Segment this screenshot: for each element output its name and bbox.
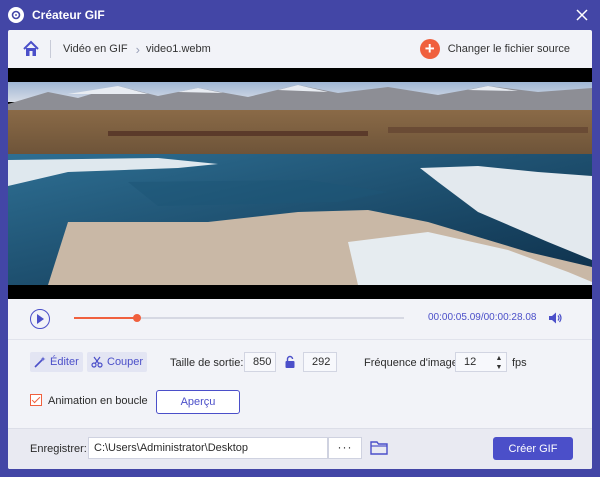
close-icon[interactable] [574, 7, 590, 23]
folder-icon[interactable] [370, 440, 388, 455]
edit-label: Éditer [50, 356, 79, 368]
title-bar: Créateur GIF [0, 0, 600, 30]
gif-creator-window: Créateur GIF Vidéo en GIF › video1.webm … [0, 0, 600, 477]
loop-animation-label: Animation en boucle [48, 395, 148, 407]
chevron-up-icon[interactable]: ▲ [496, 355, 503, 362]
cut-button[interactable]: Couper [87, 352, 148, 372]
create-gif-button[interactable]: Créer GIF [493, 437, 573, 460]
video-frame-image [8, 82, 592, 285]
play-icon[interactable] [30, 309, 50, 329]
chevron-down-icon[interactable]: ▼ [496, 364, 503, 371]
total-time: 00:00:28.08 [483, 312, 537, 323]
breadcrumb-item-video-to-gif[interactable]: Vidéo en GIF [63, 43, 128, 55]
magic-wand-icon [34, 356, 46, 368]
fps-unit: fps [512, 357, 527, 369]
browse-button[interactable]: ··· [328, 437, 362, 459]
scissors-icon [91, 356, 103, 368]
playback-controls: 00:00:05.09/00:00:28.08 [8, 299, 592, 339]
current-time: 00:00:05.09 [428, 312, 481, 323]
unlock-icon[interactable] [284, 355, 296, 369]
edit-button[interactable]: Éditer [30, 352, 83, 372]
window-title: Créateur GIF [32, 8, 105, 22]
footer-bar: Enregistrer: C:\Users\Administrator\Desk… [8, 428, 592, 469]
divider [8, 339, 592, 340]
save-to-label: Enregistrer: [30, 443, 87, 455]
preview-button[interactable]: Aperçu [156, 390, 240, 414]
cut-label: Couper [107, 356, 144, 368]
change-source-label: Changer le fichier source [447, 43, 570, 55]
frame-rate-label: Fréquence d'image: [364, 357, 461, 369]
volume-icon[interactable] [548, 311, 562, 325]
progress-slider[interactable] [74, 314, 404, 322]
progress-handle[interactable] [132, 314, 141, 322]
time-readout: 00:00:05.09/00:00:28.08 [428, 312, 536, 323]
app-logo-icon [8, 7, 24, 23]
plus-icon: + [419, 39, 440, 59]
breadcrumb-divider [50, 40, 51, 58]
output-width-input[interactable]: 850 [244, 352, 276, 372]
video-preview [8, 68, 592, 299]
breadcrumb: Vidéo en GIF › video1.webm + Changer le … [8, 30, 592, 68]
progress-fill [74, 317, 137, 319]
main-panel: Vidéo en GIF › video1.webm + Changer le … [8, 30, 592, 469]
breadcrumb-item-file: video1.webm [145, 43, 211, 55]
stepper-arrows[interactable]: ▲ ▼ [495, 355, 503, 371]
output-size-label: Taille de sortie: [170, 357, 244, 369]
home-icon[interactable] [22, 40, 40, 58]
output-path-field[interactable]: C:\Users\Administrator\Desktop [88, 437, 328, 459]
output-height-input[interactable]: 292 [303, 352, 337, 372]
fps-stepper[interactable]: 12 ▲ ▼ [455, 352, 507, 372]
fps-value: 12 [464, 356, 477, 368]
chevron-right-icon: › [135, 41, 140, 57]
change-source-button[interactable]: + Changer le fichier source [419, 39, 570, 59]
loop-animation-checkbox[interactable] [30, 394, 42, 406]
